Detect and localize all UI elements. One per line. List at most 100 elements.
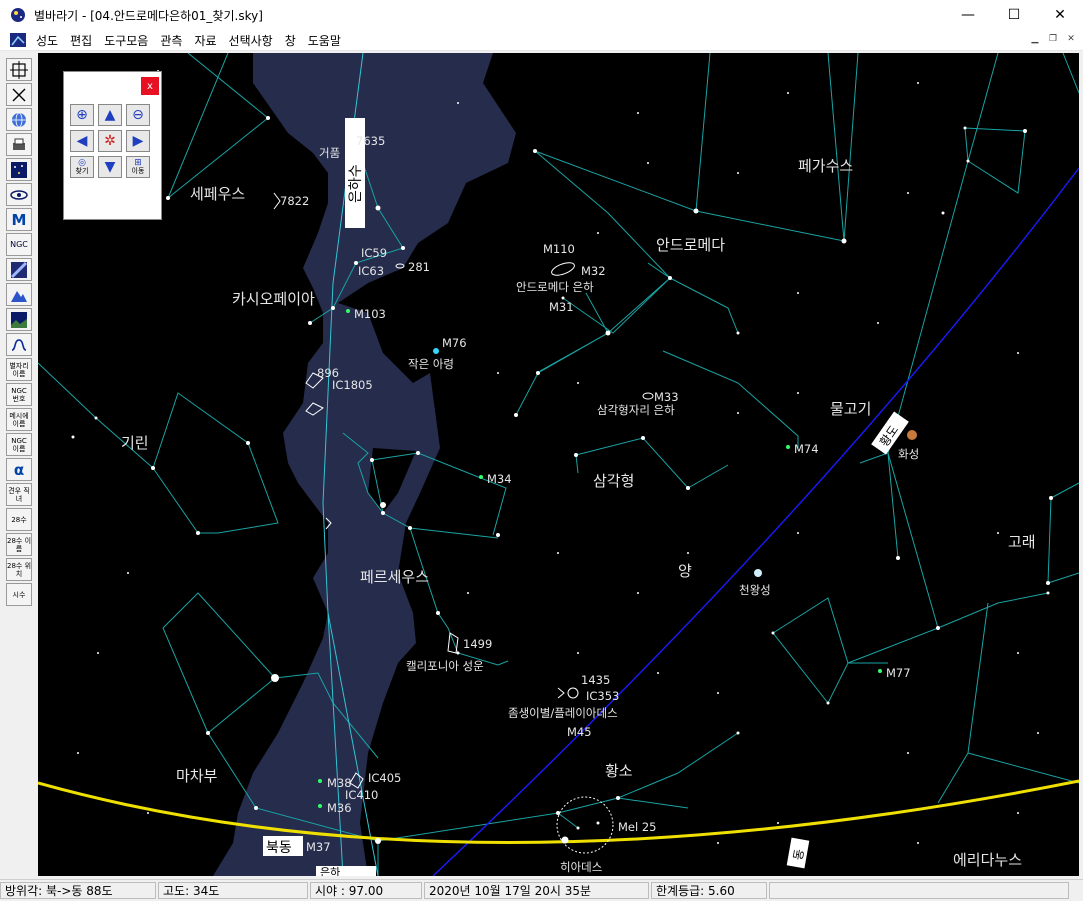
label-triangulum: 삼각형 [593,472,634,490]
mdi-minimize-icon[interactable]: ▁ [1027,32,1043,46]
menu-window[interactable]: 창 [279,32,302,49]
navigation-grid: ⊕ ▲ ⊖ ◀ ✲ ▶ ◎ 찾기 ▼ ⊞ 이동 [70,104,152,178]
m76-symbol [433,348,439,354]
label-auriga: 마차부 [176,767,218,785]
label-ic1805: IC1805 [332,378,373,392]
ngc-number-button[interactable]: NGC 번호 [6,383,32,406]
status-bar: 방위각: 북->동 88도 고도: 34도 시야 : 97.00 2020년 1… [0,879,1083,901]
label-ic59: IC59 [361,246,387,260]
star-map-button[interactable] [6,158,32,181]
label-m77: M77 [886,666,911,680]
landscape-button[interactable] [6,308,32,331]
mountain-button[interactable] [6,283,32,306]
messier-name-button[interactable]: 메시에 이름 [6,408,32,431]
arrow-down-icon: ▼ [104,159,116,175]
document-icon [10,33,26,47]
mountain-icon [11,290,27,302]
constellation-lines [38,53,1079,876]
zoom-in-button[interactable]: ⊕ [70,104,94,126]
zoom-out-button[interactable]: ⊖ [126,104,150,126]
sky-chart[interactable]: 은하수 황도 동 북동 은하 세페우스 카시오페이아 기린 페르세우스 마차부 … [38,53,1079,876]
milky-way-button[interactable] [6,258,32,281]
maximize-button[interactable]: ☐ [991,0,1037,30]
find-button[interactable]: ◎ 찾기 [70,156,94,178]
zoom-out-icon: ⊖ [132,107,144,123]
label-cassiopeia: 카시오페이아 [232,290,315,308]
menu-edit[interactable]: 편집 [64,32,98,49]
compass-icon: ✲ [104,133,116,149]
select-tool-button[interactable] [6,58,32,81]
ngc-button[interactable]: NGC [6,233,32,256]
bottom-marker-label: 은하 [320,865,340,876]
status-empty [769,882,1069,899]
move-right-button[interactable]: ▶ [126,130,150,152]
arrow-left-icon: ◀ [76,133,88,149]
ngc-name-button[interactable]: NGC 이름 [6,433,32,456]
label-aries: 양 [678,562,692,580]
label-mars: 화성 [898,447,919,461]
arrow-right-icon: ▶ [132,133,144,149]
mdi-close-icon[interactable]: ✕ [1063,32,1079,46]
28su-position-button[interactable]: 28수 위치 [6,558,32,581]
zoom-in-icon: ⊕ [76,107,88,123]
label-cepheus: 세페우스 [190,185,245,203]
label-m31: M31 [549,300,574,314]
28su-name-button[interactable]: 28수 이름 [6,533,32,556]
cross-icon [12,88,26,101]
menu-observe[interactable]: 관측 [154,32,188,49]
center-button[interactable]: ✲ [98,130,122,152]
close-button[interactable]: ✕ [1037,0,1083,30]
label-andromeda-galaxy: 안드로메다 은하 [516,280,594,294]
title-bar: 별바라기 - [04.안드로메다은하01_찾기.sky] — ☐ ✕ [0,0,1083,30]
label-ic410: IC410 [345,788,378,802]
label-uranus: 천왕성 [739,583,771,597]
grid-icon: ⊞ [134,158,142,168]
galaxy-icon [10,189,28,200]
messier-button[interactable]: M [6,208,32,231]
move-up-button[interactable]: ▲ [98,104,122,126]
menu-help[interactable]: 도움말 [302,32,347,49]
label-m74: M74 [794,442,819,456]
28su-button[interactable]: 28수 [6,508,32,531]
uranus-symbol [754,569,762,577]
label-1435: 1435 [581,673,610,687]
label-m34: M34 [487,472,512,486]
gyeonu-jiknyeo-button[interactable]: 견우 직녀 [6,483,32,506]
mdi-restore-icon[interactable]: ❐ [1045,32,1061,46]
move-left-button[interactable]: ◀ [70,130,94,152]
label-pleiades: 좀생이별/플레이아데스 [508,706,618,720]
mars-symbol [907,430,917,440]
label-m36: M36 [327,801,352,815]
printer-icon [13,138,25,150]
label-m76: M76 [442,336,467,350]
label-triangulum-galaxy: 삼각형자리 은하 [597,403,675,417]
print-button[interactable] [6,133,32,156]
app-icon [11,8,25,22]
label-ic353: IC353 [586,689,619,703]
pointer-tool-button[interactable] [6,83,32,106]
panel-close-button[interactable]: x [141,77,159,95]
label-m33: M33 [654,390,679,404]
minimize-button[interactable]: — [945,0,991,30]
path-button[interactable] [6,333,32,356]
menu-bar: 성도 편집 도구모음 관측 자료 선택사항 창 도움말 [0,30,1083,51]
label-taurus: 황소 [605,762,633,780]
move-button[interactable]: ⊞ 이동 [126,156,150,178]
wave-icon [11,338,27,351]
globe-button[interactable] [6,108,32,131]
menu-toolbars[interactable]: 도구모음 [98,32,154,49]
sisu-button[interactable]: 시수 [6,583,32,606]
alpha-button[interactable]: α [6,458,32,481]
label-m103: M103 [354,307,386,321]
menu-data[interactable]: 자료 [188,32,222,49]
move-down-button[interactable]: ▼ [98,156,122,178]
menu-seongdo[interactable]: 성도 [30,32,64,49]
constellation-name-button[interactable]: 별자리 이름 [6,358,32,381]
label-pisces: 물고기 [830,400,871,418]
landscape-icon [11,311,27,328]
label-m110: M110 [543,242,575,256]
galaxy-button[interactable] [6,183,32,206]
label-perseus: 페르세우스 [360,568,429,586]
label-m37: M37 [306,840,331,854]
menu-options[interactable]: 선택사항 [223,32,279,49]
